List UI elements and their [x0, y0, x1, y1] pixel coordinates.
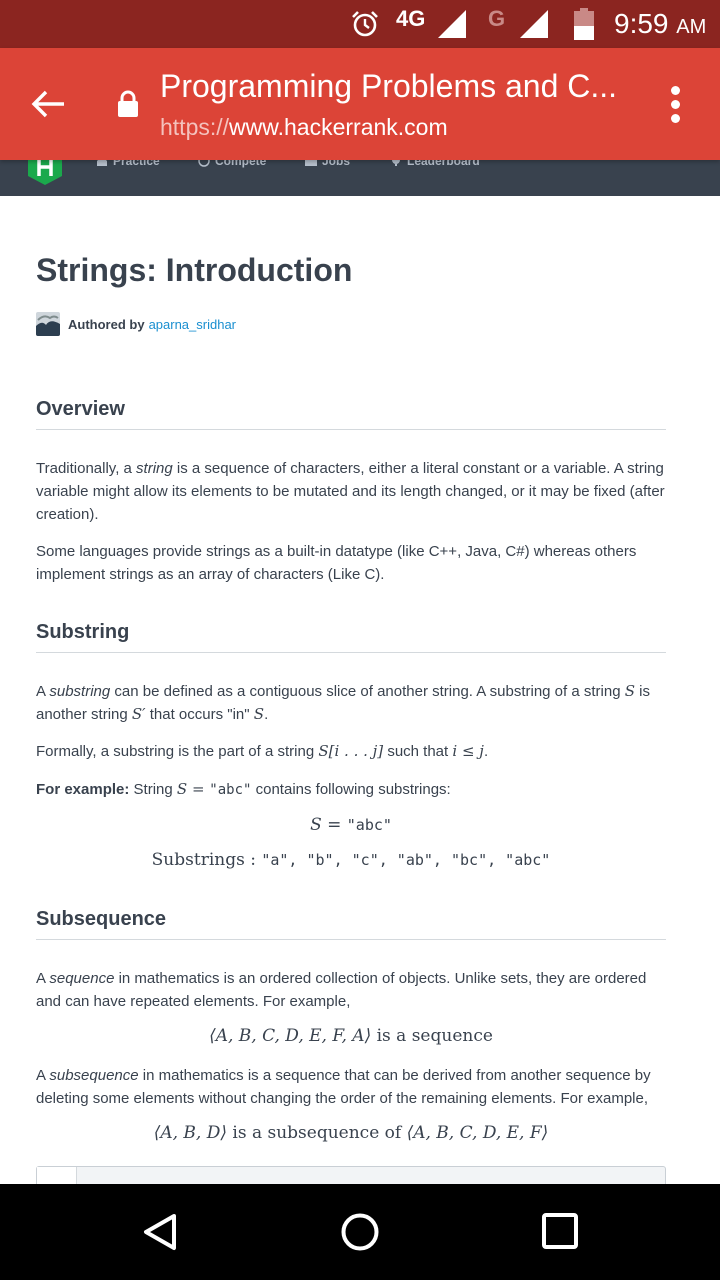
signal-icon: [520, 10, 548, 38]
dot-icon: [670, 113, 680, 123]
substring-paragraph-2: Formally, a substring is the part of a s…: [36, 742, 489, 760]
overview-paragraph-2: Some languages provide strings as a buil…: [36, 543, 637, 583]
signal-icon: [438, 10, 466, 38]
article-title: Strings: Introduction: [36, 252, 353, 288]
back-triangle-icon[interactable]: [140, 1212, 180, 1252]
author-link[interactable]: aparna_sridhar: [149, 317, 236, 332]
lock-icon: [118, 90, 138, 117]
section-heading-subsequence: Subsequence: [36, 908, 666, 940]
dot-icon: [670, 99, 680, 109]
equation-sequence: ⟨A, B, C, D, E, F, A⟩ is a sequence: [209, 1026, 493, 1046]
substring-paragraph-1: A substring can be defined as a contiguo…: [36, 682, 650, 723]
recents-square-icon[interactable]: [541, 1212, 579, 1250]
browser-toolbar: Programming Problems and C... https://ww…: [0, 48, 720, 160]
page-title-bar: Programming Problems and C...: [160, 68, 618, 104]
system-nav-bar: [0, 1184, 720, 1280]
network-type: 4G: [396, 6, 426, 31]
alarm-icon: [352, 11, 378, 37]
dot-icon: [670, 85, 680, 95]
section-heading-overview: Overview: [36, 398, 666, 430]
clock: 9:59 AM: [614, 8, 707, 39]
home-circle-icon[interactable]: [340, 1212, 380, 1252]
equation-subsequence: ⟨A, B, D⟩ is a subsequence of ⟨A, B, C, …: [153, 1123, 549, 1143]
section-heading-substring: Substring: [36, 621, 666, 653]
network-type-secondary: G: [488, 6, 506, 31]
author-line: Authored by aparna_sridhar: [36, 312, 236, 336]
avatar[interactable]: [36, 312, 60, 336]
overview-paragraph-1: Traditionally, a string is a sequence of…: [36, 460, 665, 523]
equation-substrings: Substrings : "a", "b", "c", "ab", "bc", …: [151, 850, 551, 870]
substring-paragraph-3: For example: String S = "abc" contains f…: [36, 780, 451, 798]
overflow-menu-button[interactable]: [660, 82, 690, 126]
subsequence-paragraph-2: A subsequence in mathematics is a sequen…: [36, 1067, 651, 1107]
equation-s-abc: S = "abc": [310, 815, 392, 835]
status-bar: 4G G 9:59 AM: [0, 0, 720, 48]
subsequence-paragraph-1: A sequence in mathematics is an ordered …: [36, 970, 647, 1010]
battery-icon: [574, 8, 594, 40]
url-bar[interactable]: https://www.hackerrank.com: [160, 114, 448, 141]
arrow-left-icon: [31, 90, 64, 118]
back-button[interactable]: [22, 82, 74, 126]
